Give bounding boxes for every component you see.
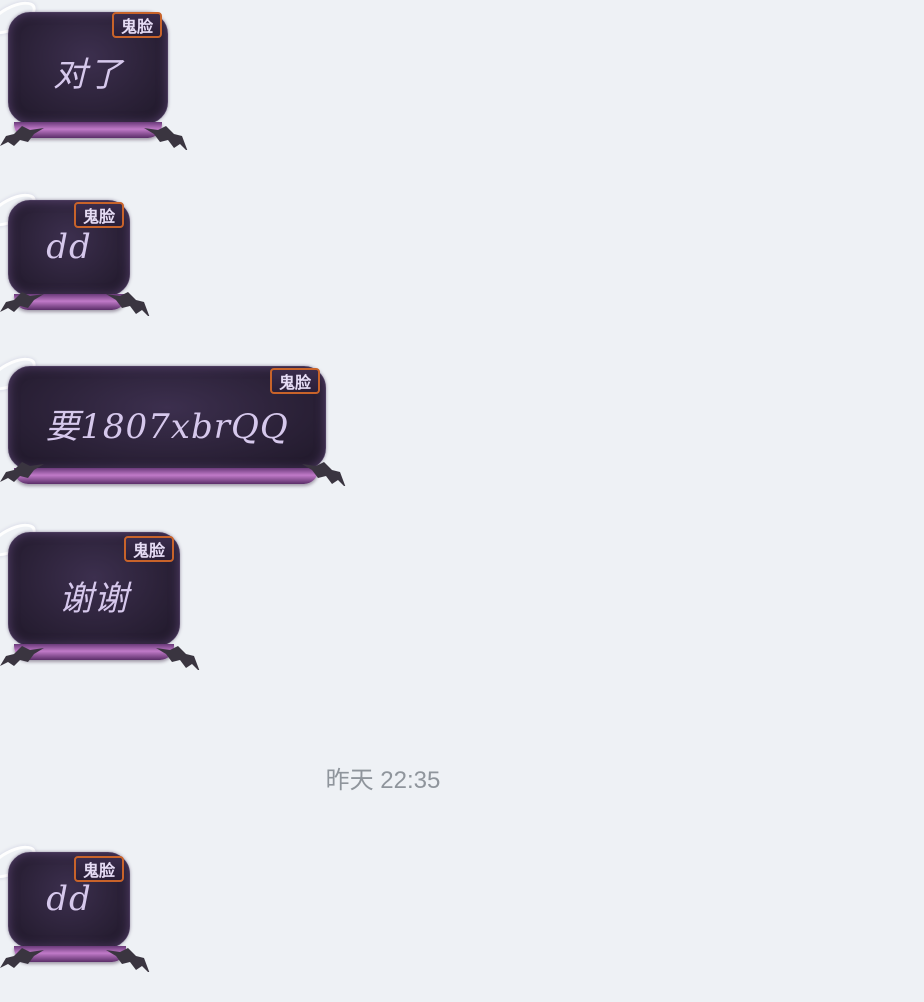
bat-wing-right-icon [156, 644, 200, 670]
message-text: 谢谢 [59, 579, 129, 619]
timestamp: 昨天 22:35 [325, 767, 441, 794]
message-text: dd [46, 879, 92, 919]
bubble-tag: 鬼脸 [270, 368, 321, 394]
bat-wing-right-icon [302, 460, 346, 486]
bubble-tag: 鬼脸 [74, 856, 125, 882]
chat-message[interactable]: 要1807xbrQQ 鬼脸 [0, 351, 360, 496]
bubble-tag: 鬼脸 [124, 536, 175, 562]
bat-wing-left-icon [0, 946, 44, 972]
bubble-ribbon [14, 468, 318, 484]
chat-message[interactable]: dd 鬼脸 [0, 839, 160, 982]
bat-wing-left-icon [0, 460, 44, 486]
chat-message[interactable]: 对了 鬼脸 [0, 0, 200, 160]
bubble-tag: 鬼脸 [74, 202, 125, 228]
bat-wing-right-icon [144, 124, 188, 150]
message-text: 要1807xbrQQ [45, 407, 289, 447]
bat-wing-right-icon [106, 946, 150, 972]
bubble-tag: 鬼脸 [112, 12, 163, 38]
message-text: 对了 [53, 55, 123, 95]
chat-message[interactable]: dd 鬼脸 [0, 187, 160, 330]
bat-wing-left-icon [0, 644, 44, 670]
bat-wing-left-icon [0, 124, 44, 150]
message-text: dd [46, 227, 92, 267]
chat-message[interactable]: 谢谢 鬼脸 [0, 517, 210, 684]
bat-wing-right-icon [106, 290, 150, 316]
bat-wing-left-icon [0, 290, 44, 316]
